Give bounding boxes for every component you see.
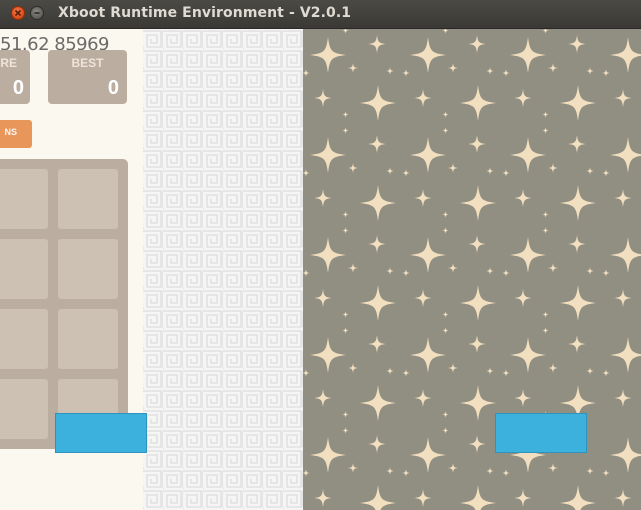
window-title: Xboot Runtime Environment - V2.0.1: [58, 5, 352, 21]
board-cell: [0, 169, 48, 229]
best-score-box: BEST 0: [48, 50, 127, 104]
score-value: 0: [12, 77, 24, 99]
close-icon: [14, 9, 22, 17]
pattern-panel: [143, 29, 303, 510]
game-board[interactable]: [0, 159, 128, 449]
stars-panel: [303, 29, 641, 510]
new-game-button[interactable]: NS: [0, 120, 32, 148]
board-cell: [58, 239, 118, 299]
app-canvas: 51.62 85969 RE 0 BEST 0 NS: [0, 29, 641, 510]
score-label: RE: [0, 56, 17, 70]
best-score-value: 0: [107, 77, 119, 99]
window-titlebar[interactable]: Xboot Runtime Environment - V2.0.1: [0, 0, 641, 29]
board-cell: [58, 169, 118, 229]
key-pattern-graphic: [143, 29, 303, 510]
board-cell: [0, 379, 48, 439]
minimize-icon: [34, 12, 40, 14]
score-box: RE 0: [0, 50, 30, 104]
best-score-label: BEST: [71, 56, 104, 70]
board-cell: [0, 239, 48, 299]
minimize-window-button[interactable]: [30, 6, 44, 20]
close-window-button[interactable]: [11, 6, 25, 20]
new-game-label: NS: [4, 127, 17, 137]
starfield-graphic: [303, 29, 641, 510]
board-cell: [0, 309, 48, 369]
left-blue-button[interactable]: [55, 413, 147, 453]
right-blue-button[interactable]: [495, 413, 587, 453]
board-cell: [58, 309, 118, 369]
